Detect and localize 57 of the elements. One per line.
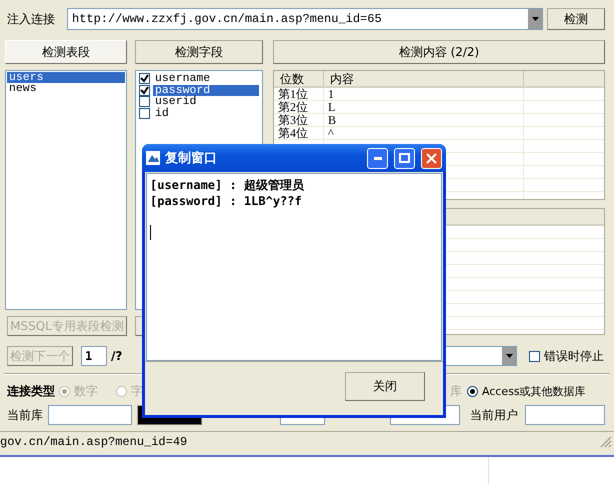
connection-type-label: 连接类型 — [7, 382, 55, 400]
dialog-title: 复制窗口 — [165, 150, 218, 167]
table-cell: 第3位 — [274, 114, 324, 126]
radio-label: 库 — [450, 384, 462, 398]
current-db-label: 当前库 — [7, 408, 43, 422]
current-user-label: 当前用户 — [470, 408, 518, 422]
current-db-field[interactable] — [48, 405, 132, 425]
table-cell: B — [324, 114, 524, 126]
page-field[interactable]: 1 — [81, 346, 107, 366]
dropdown-icon[interactable] — [502, 347, 516, 365]
checkbox[interactable] — [139, 96, 150, 108]
checkbox[interactable] — [139, 73, 150, 84]
status-text: gov.cn/main.asp?menu_id=49 — [0, 434, 188, 448]
page-total: /? — [111, 349, 122, 363]
url-combo[interactable]: http://www.zzxfj.gov.cn/main.asp?menu_id=65 — [67, 8, 543, 30]
column-header[interactable]: 内容 — [324, 71, 524, 86]
minimize-button[interactable] — [367, 148, 388, 168]
column-header[interactable]: 位数 — [274, 71, 324, 86]
table-cell: 1 — [324, 88, 524, 100]
field-item[interactable]: password — [153, 84, 259, 96]
url-label: 注入连接 — [7, 12, 55, 26]
text-line: [password] : 1LB^y??f — [150, 193, 303, 209]
resize-grip-icon[interactable] — [600, 436, 612, 448]
close-button[interactable] — [421, 148, 442, 168]
table-cell: 第4位 — [274, 127, 324, 139]
app-icon — [145, 150, 161, 166]
section-button[interactable]: 检测表段 — [5, 40, 127, 64]
dropdown-icon[interactable] — [528, 9, 542, 29]
close-icon — [426, 152, 437, 164]
field-item[interactable]: username — [153, 73, 259, 84]
checkbox[interactable] — [139, 84, 150, 96]
close-dialog-button[interactable]: 关闭 — [345, 372, 425, 401]
section-button[interactable]: 检测字段 — [135, 40, 263, 64]
table-cell: 第1位 — [274, 88, 324, 100]
maximize-button[interactable] — [394, 148, 415, 168]
text-line: [username] : 超级管理员 — [150, 177, 305, 193]
radio-button[interactable] — [467, 386, 478, 396]
current-user-field[interactable] — [525, 405, 605, 425]
field-item[interactable]: userid — [153, 96, 259, 108]
minimize-icon — [374, 156, 382, 160]
radio-label: 字 — [131, 382, 143, 400]
text-area[interactable]: [username] : 超级管理员 [password] : 1LB^y??f — [146, 173, 442, 361]
maximize-icon — [399, 153, 410, 163]
text-cursor — [150, 225, 151, 240]
checkbox-label: 错误时停止 — [544, 348, 604, 362]
radio-label: 数字 — [74, 382, 98, 400]
table-item[interactable]: news — [7, 83, 125, 94]
table-item[interactable]: users — [7, 72, 125, 83]
table-cell: ^ — [324, 127, 524, 139]
table-cell: L — [324, 101, 524, 113]
checkbox[interactable] — [529, 350, 540, 362]
table-cell: 第2位 — [274, 101, 324, 113]
radio-label: Access或其他数据库 — [482, 384, 586, 398]
detect-button[interactable]: 检测 — [547, 8, 605, 30]
section-button[interactable]: 检测内容 (2/2) — [273, 40, 605, 64]
checkbox[interactable] — [139, 108, 150, 119]
field-item[interactable]: id — [153, 108, 259, 119]
